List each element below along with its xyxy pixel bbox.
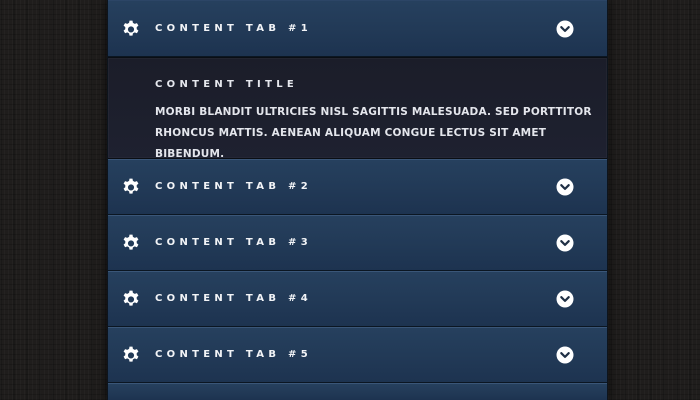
- accordion-tab-3[interactable]: CONTENT TAB #3: [108, 215, 607, 271]
- chevron-down-icon[interactable]: [556, 234, 574, 252]
- tab-label: CONTENT TAB #5: [155, 349, 312, 360]
- chevron-down-icon[interactable]: [556, 20, 574, 38]
- content-title: CONTENT TITLE: [155, 79, 298, 90]
- gear-icon: [121, 177, 141, 197]
- gear-icon: [121, 345, 141, 365]
- chevron-down-icon[interactable]: [556, 178, 574, 196]
- chevron-down-icon[interactable]: [556, 290, 574, 308]
- tab-label: CONTENT TAB #1: [155, 22, 312, 34]
- gear-icon: [121, 19, 141, 39]
- gear-icon: [121, 289, 141, 309]
- accordion-tab-2[interactable]: CONTENT TAB #2: [108, 159, 607, 215]
- accordion-tab-4[interactable]: CONTENT TAB #4: [108, 271, 607, 327]
- tab-label: CONTENT TAB #2: [155, 181, 312, 192]
- content-body: MORBI BLANDIT ULTRICIES NISL SAGITTIS MA…: [155, 106, 592, 160]
- tab-label: CONTENT TAB #3: [155, 237, 312, 248]
- tab-label: CONTENT TAB #4: [155, 293, 312, 304]
- chevron-down-icon[interactable]: [556, 346, 574, 364]
- accordion-tab-1[interactable]: CONTENT TAB #1: [108, 0, 607, 57]
- accordion-tab-5[interactable]: CONTENT TAB #5: [108, 327, 607, 383]
- accordion: CONTENT TAB #1 CONTENT TITLE MORBI BLAND…: [107, 0, 608, 400]
- gear-icon: [121, 233, 141, 253]
- accordion-tab-partial[interactable]: [108, 383, 607, 400]
- accordion-panel-1: CONTENT TITLE MORBI BLANDIT ULTRICIES NI…: [108, 57, 607, 160]
